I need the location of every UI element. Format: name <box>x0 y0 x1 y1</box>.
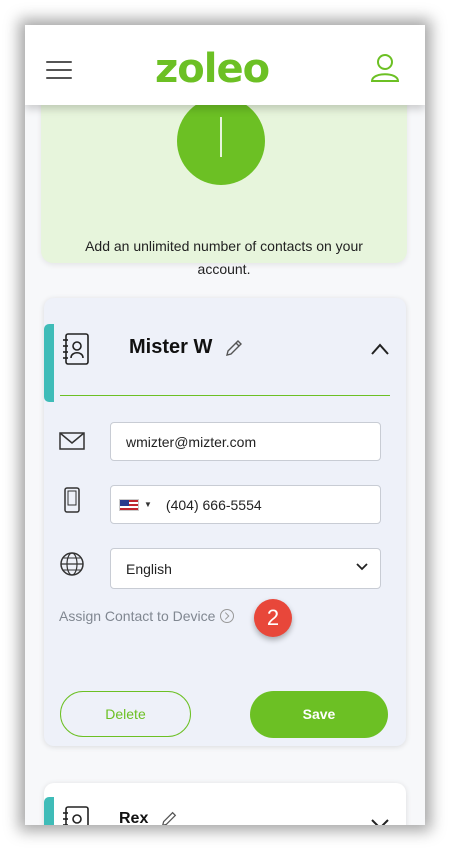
caret-down-icon: ▼ <box>144 500 152 509</box>
chevron-right-circle-icon <box>220 609 235 623</box>
promo-card: Add an unlimited number of contacts on y… <box>41 85 407 277</box>
us-flag-icon <box>119 498 139 511</box>
phone-number: (404) 666-5554 <box>165 496 262 513</box>
hamburger-line <box>46 61 72 63</box>
app-viewport: Add an unlimited number of contacts on y… <box>25 25 425 825</box>
zoleo-logo[interactable]: zoleo <box>155 49 300 89</box>
chevron-down-icon[interactable] <box>370 817 390 825</box>
mobile-phone-icon <box>64 487 80 513</box>
assign-contact-label: Assign Contact to Device <box>59 608 216 624</box>
logo-text: zoleo <box>155 49 269 89</box>
add-contact-icon[interactable] <box>177 97 265 185</box>
language-value: English <box>126 560 172 577</box>
contact-card-expanded: Mister W wmizter@mizter.com ▼ (404) 666-… <box>44 298 406 746</box>
hamburger-icon[interactable] <box>46 61 72 81</box>
assign-contact-link[interactable]: Assign Contact to Device <box>59 608 235 624</box>
chevron-up-icon[interactable] <box>370 342 390 356</box>
logo-slash <box>273 58 292 80</box>
phone-field[interactable]: ▼ (404) 666-5554 <box>110 485 381 524</box>
contact-book-icon <box>63 333 89 365</box>
contact-card-collapsed[interactable]: Rex <box>44 783 406 825</box>
globe-icon <box>60 552 84 576</box>
hamburger-line <box>46 77 72 79</box>
email-icon <box>59 432 85 450</box>
contact-book-icon <box>63 806 89 825</box>
chevron-down-icon <box>356 563 368 571</box>
add-contact-icon-stroke <box>220 117 222 157</box>
email-field[interactable]: wmizter@mizter.com <box>110 422 381 461</box>
step-callout-badge: 2 <box>254 599 292 637</box>
app-header: zoleo <box>25 25 425 105</box>
accent-bar <box>44 324 54 402</box>
user-icon[interactable] <box>370 53 400 83</box>
contact-name: Rex <box>119 810 149 825</box>
delete-button[interactable]: Delete <box>60 691 191 737</box>
contact-name: Mister W <box>129 336 213 358</box>
accent-bar <box>44 797 54 825</box>
hamburger-line <box>46 69 72 71</box>
edit-pencil-icon[interactable] <box>160 810 178 825</box>
save-button[interactable]: Save <box>250 691 388 738</box>
promo-text: Add an unlimited number of contacts on y… <box>85 238 363 277</box>
country-selector[interactable]: ▼ <box>119 498 152 511</box>
edit-pencil-icon[interactable] <box>224 338 244 358</box>
header-divider <box>60 395 390 396</box>
language-select[interactable]: English <box>110 548 381 589</box>
